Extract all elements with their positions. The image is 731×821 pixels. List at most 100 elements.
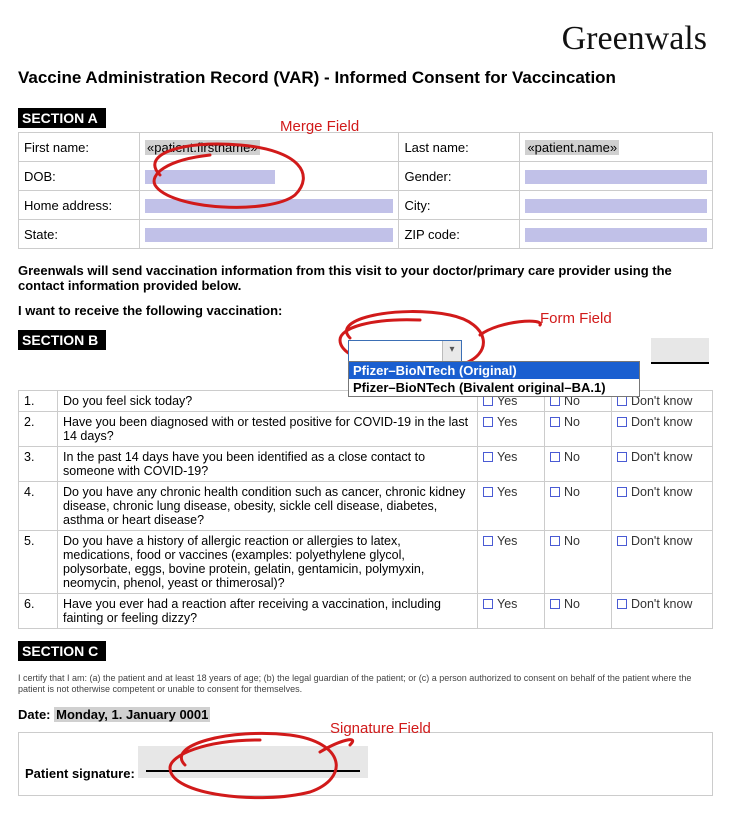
checkbox-icon[interactable] (483, 599, 493, 609)
checkbox-icon[interactable] (617, 536, 627, 546)
section-c-header: SECTION C (18, 641, 106, 661)
dob-label: DOB: (19, 162, 140, 191)
table-row: 4. Do you have any chronic health condit… (19, 482, 713, 531)
answer-no[interactable]: No (545, 531, 612, 594)
first-name-label: First name: (19, 133, 140, 162)
question-text: Have you ever had a reaction after recei… (58, 594, 478, 629)
patient-signature-label: Patient signature: (25, 766, 135, 781)
annotation-signature-field-label: Signature Field (330, 720, 431, 737)
fill-area (525, 170, 707, 184)
certification-text: I certify that I am: (a) the patient and… (18, 673, 713, 695)
answer-no[interactable]: No (545, 482, 612, 531)
table-row: 5. Do you have a history of allergic rea… (19, 531, 713, 594)
annotation-merge-field-label: Merge Field (280, 118, 359, 135)
fill-area (145, 170, 275, 184)
answer-yes[interactable]: Yes (478, 482, 545, 531)
answer-dontknow[interactable]: Don't know (612, 594, 713, 629)
page-title: Vaccine Administration Record (VAR) - In… (18, 68, 713, 88)
section-b-header: SECTION B (18, 330, 106, 350)
brand-wordmark: Greenwals (18, 20, 713, 58)
zip-label: ZIP code: (399, 220, 520, 249)
last-name-value[interactable]: «patient.name» (520, 133, 713, 162)
date-label: Date: (18, 707, 51, 722)
checkbox-icon[interactable] (550, 487, 560, 497)
question-number: 1. (19, 391, 58, 412)
checkbox-icon[interactable] (483, 452, 493, 462)
checkbox-icon[interactable] (483, 487, 493, 497)
patient-info-table: First name: «patient.firstname» Last nam… (18, 132, 713, 249)
city-label: City: (399, 191, 520, 220)
table-row: DOB: Gender: (19, 162, 713, 191)
question-number: 6. (19, 594, 58, 629)
question-text: Do you have a history of allergic reacti… (58, 531, 478, 594)
dropdown-option[interactable]: Pfizer–BioNTech (Bivalent original–BA.1) (349, 379, 639, 396)
question-number: 2. (19, 412, 58, 447)
table-row: State: ZIP code: (19, 220, 713, 249)
price-field[interactable] (651, 338, 709, 364)
question-number: 3. (19, 447, 58, 482)
fill-area (525, 228, 707, 242)
dropdown-list: Pfizer–BioNTech (Original) Pfizer–BioNTe… (348, 361, 640, 397)
home-address-label: Home address: (19, 191, 140, 220)
table-row: 2. Have you been diagnosed with or teste… (19, 412, 713, 447)
table-row: 6. Have you ever had a reaction after re… (19, 594, 713, 629)
gender-value[interactable] (520, 162, 713, 191)
question-text: Do you have any chronic health condition… (58, 482, 478, 531)
dropdown-box[interactable]: ▾ (348, 340, 462, 362)
answer-yes[interactable]: Yes (478, 447, 545, 482)
checkbox-icon[interactable] (550, 536, 560, 546)
question-number: 4. (19, 482, 58, 531)
checkbox-icon[interactable] (550, 417, 560, 427)
gender-label: Gender: (399, 162, 520, 191)
checkbox-icon[interactable] (483, 396, 493, 406)
answer-yes[interactable]: Yes (478, 412, 545, 447)
checkbox-icon[interactable] (483, 536, 493, 546)
answer-no[interactable]: No (545, 447, 612, 482)
document-page: Greenwals Vaccine Administration Record … (0, 0, 731, 821)
answer-yes[interactable]: Yes (478, 531, 545, 594)
date-value: Monday, 1. January 0001 (54, 707, 210, 722)
table-row: Home address: City: (19, 191, 713, 220)
answer-dontknow[interactable]: Don't know (612, 447, 713, 482)
first-name-value[interactable]: «patient.firstname» (140, 133, 399, 162)
answer-dontknow[interactable]: Don't know (612, 531, 713, 594)
checkbox-icon[interactable] (617, 452, 627, 462)
table-row: 3. In the past 14 days have you been ide… (19, 447, 713, 482)
checkbox-icon[interactable] (550, 599, 560, 609)
section-a-header: SECTION A (18, 108, 106, 128)
signature-cell: Patient signature: (19, 732, 713, 795)
fill-area (525, 199, 707, 213)
screening-questions-table: 1. Do you feel sick today? Yes No Don't … (18, 390, 713, 629)
info-paragraph: Greenwals will send vaccination informat… (18, 263, 713, 293)
answer-dontknow[interactable]: Don't know (612, 412, 713, 447)
state-value[interactable] (140, 220, 399, 249)
answer-dontknow[interactable]: Don't know (612, 482, 713, 531)
question-number: 5. (19, 531, 58, 594)
home-address-value[interactable] (140, 191, 399, 220)
checkbox-icon[interactable] (617, 599, 627, 609)
dob-value[interactable] (140, 162, 399, 191)
annotation-form-field-label: Form Field (540, 310, 612, 327)
merge-field: «patient.firstname» (145, 140, 260, 155)
checkbox-icon[interactable] (483, 417, 493, 427)
signature-table: Patient signature: (18, 732, 713, 796)
dropdown-option[interactable]: Pfizer–BioNTech (Original) (349, 362, 639, 379)
vaccination-dropdown[interactable]: ▾ Pfizer–BioNTech (Original) Pfizer–BioN… (348, 340, 462, 362)
chevron-down-icon[interactable]: ▾ (442, 341, 461, 361)
checkbox-icon[interactable] (617, 396, 627, 406)
answer-no[interactable]: No (545, 594, 612, 629)
table-row: Patient signature: (19, 732, 713, 795)
answer-yes[interactable]: Yes (478, 594, 545, 629)
checkbox-icon[interactable] (617, 417, 627, 427)
signature-field[interactable] (138, 746, 368, 778)
answer-no[interactable]: No (545, 412, 612, 447)
question-text: Have you been diagnosed with or tested p… (58, 412, 478, 447)
checkbox-icon[interactable] (617, 487, 627, 497)
checkbox-icon[interactable] (550, 396, 560, 406)
table-row: First name: «patient.firstname» Last nam… (19, 133, 713, 162)
fill-area (145, 199, 393, 213)
merge-field: «patient.name» (525, 140, 619, 155)
checkbox-icon[interactable] (550, 452, 560, 462)
zip-value[interactable] (520, 220, 713, 249)
city-value[interactable] (520, 191, 713, 220)
